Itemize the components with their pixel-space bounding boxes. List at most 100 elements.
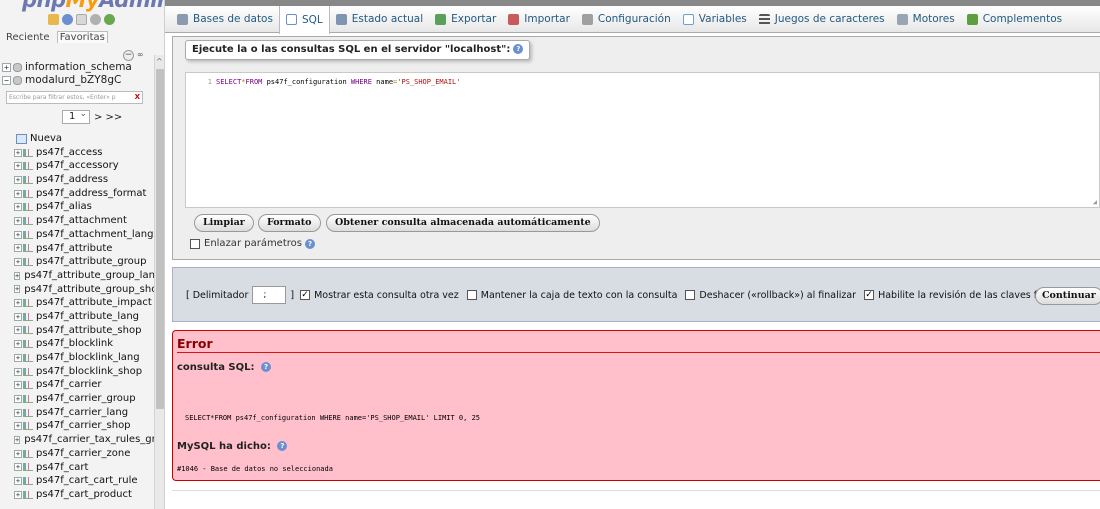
table-icon[interactable] xyxy=(23,463,33,472)
reload-icon[interactable] xyxy=(104,14,115,25)
table-name[interactable]: ps47f_carrier_zone xyxy=(36,447,130,461)
tab-recent[interactable]: Reciente xyxy=(6,32,50,43)
show-query-label[interactable]: Mostrar esta consulta otra vez xyxy=(314,290,459,301)
expand-icon[interactable]: + xyxy=(14,175,22,184)
page-select[interactable]: 1 xyxy=(62,108,90,124)
table-name[interactable]: ps47f_attribute_shop xyxy=(36,324,141,338)
tab-plugins[interactable]: Complementos xyxy=(961,6,1068,33)
table-name[interactable]: ps47f_attribute_lang xyxy=(36,310,139,324)
table-name[interactable]: ps47f_blocklink_shop xyxy=(36,365,142,379)
bind-params-checkbox[interactable] xyxy=(190,238,200,249)
scrollbar-thumb[interactable] xyxy=(156,69,164,409)
tab-status[interactable]: Estado actual xyxy=(330,6,429,33)
expand-icon[interactable]: + xyxy=(14,271,21,280)
table-icon[interactable] xyxy=(23,394,33,403)
table-item[interactable]: + ps47f_carrier_lang xyxy=(14,406,156,420)
table-name[interactable]: ps47f_attribute_group xyxy=(36,255,146,269)
table-name[interactable]: ps47f_blocklink xyxy=(36,337,113,351)
phpmyadmin-logo[interactable]: phpMyAdmin xyxy=(22,0,164,12)
table-item[interactable]: + ps47f_attribute_group xyxy=(14,255,156,269)
tab-databases[interactable]: Bases de datos xyxy=(171,6,279,33)
tab-favorites[interactable]: Favoritas xyxy=(56,31,108,43)
table-name[interactable]: ps47f_attachment_lang xyxy=(36,228,153,242)
show-query-checkbox[interactable]: ✓ xyxy=(300,290,311,300)
expand-icon[interactable]: + xyxy=(14,258,22,267)
table-item[interactable]: + ps47f_carrier_zone xyxy=(14,447,156,461)
table-name[interactable]: ps47f_attribute xyxy=(36,242,112,256)
collapse-icon[interactable]: − xyxy=(2,76,11,85)
expand-icon[interactable]: + xyxy=(14,216,22,225)
new-table-label[interactable]: Nueva xyxy=(30,132,62,146)
rollback-label[interactable]: Deshacer («rollback») al finalizar xyxy=(699,290,856,301)
table-name[interactable]: ps47f_attribute_group_lang xyxy=(24,269,156,283)
expand-icon[interactable]: + xyxy=(14,312,22,321)
table-name[interactable]: ps47f_attribute_impact xyxy=(36,296,152,310)
table-name[interactable]: ps47f_carrier_lang xyxy=(36,406,128,420)
table-item[interactable]: + ps47f_carrier_shop xyxy=(14,419,156,433)
table-icon[interactable] xyxy=(23,299,33,308)
table-item[interactable]: + ps47f_attribute_lang xyxy=(14,310,156,324)
resize-grip-icon[interactable]: ◢ xyxy=(1093,198,1097,206)
table-icon[interactable] xyxy=(23,175,33,184)
expand-icon[interactable]: + xyxy=(14,353,22,362)
db-item-modalurd[interactable]: − modalurd_bZY8gC xyxy=(2,74,154,87)
help-icon[interactable]: ? xyxy=(304,238,315,249)
db-name[interactable]: modalurd_bZY8gC xyxy=(25,74,121,87)
clear-filter-icon[interactable]: X xyxy=(135,92,140,103)
keep-textbox-label[interactable]: Mantener la caja de texto con la consult… xyxy=(481,290,678,301)
table-icon[interactable] xyxy=(23,449,33,458)
expand-icon[interactable]: + xyxy=(14,203,22,212)
table-icon[interactable] xyxy=(23,148,33,157)
expand-icon[interactable]: + xyxy=(14,148,22,157)
scroll-up-icon[interactable]: ^ xyxy=(156,57,163,66)
new-table-item[interactable]: Nueva xyxy=(8,132,156,146)
table-item[interactable]: + ps47f_blocklink_lang xyxy=(14,351,156,365)
table-name[interactable]: ps47f_address xyxy=(36,173,108,187)
table-name[interactable]: ps47f_blocklink_lang xyxy=(36,351,140,365)
help-icon[interactable]: ? xyxy=(513,44,524,54)
table-name[interactable]: ps47f_cart_product xyxy=(36,488,132,502)
continue-button[interactable]: Continuar xyxy=(1035,287,1100,305)
table-name[interactable]: ps47f_carrier xyxy=(36,378,102,392)
table-item[interactable]: + ps47f_attribute xyxy=(14,242,156,256)
format-button[interactable]: Formato xyxy=(258,214,321,232)
delimiter-input[interactable]: ; xyxy=(252,286,287,304)
table-name[interactable]: ps47f_access xyxy=(36,146,103,160)
table-icon[interactable] xyxy=(23,162,33,171)
table-icon[interactable] xyxy=(23,216,33,225)
tab-settings[interactable]: Configuración xyxy=(576,6,677,33)
table-item[interactable]: + ps47f_carrier xyxy=(14,378,156,392)
table-name[interactable]: ps47f_carrier_shop xyxy=(36,419,131,433)
home-icon[interactable] xyxy=(48,14,59,25)
table-icon[interactable] xyxy=(23,490,33,499)
table-item[interactable]: + ps47f_access xyxy=(14,146,156,160)
tab-engines[interactable]: Motores xyxy=(891,6,961,33)
table-item[interactable]: +ps47f_carrier_tax_rules_group xyxy=(14,433,156,447)
docs-icon[interactable] xyxy=(76,14,87,25)
rollback-checkbox[interactable] xyxy=(685,290,696,300)
table-icon[interactable] xyxy=(23,326,33,335)
table-item[interactable]: + ps47f_carrier_group xyxy=(14,392,156,406)
expand-icon[interactable]: + xyxy=(14,230,22,239)
table-icon[interactable] xyxy=(23,477,33,486)
expand-icon[interactable]: + xyxy=(14,463,22,472)
expand-icon[interactable]: + xyxy=(2,63,11,72)
bind-params-option[interactable]: Enlazar parámetros ? xyxy=(190,238,315,249)
table-icon[interactable] xyxy=(23,244,33,253)
tab-variables[interactable]: Variables xyxy=(677,6,753,33)
expand-icon[interactable]: + xyxy=(14,422,22,431)
table-name[interactable]: ps47f_alias xyxy=(36,200,92,214)
keep-textbox-checkbox[interactable] xyxy=(466,290,477,300)
table-name[interactable]: ps47f_attribute_group_shop xyxy=(24,283,156,297)
help-icon[interactable]: ? xyxy=(260,362,271,372)
table-icon[interactable] xyxy=(23,189,33,198)
link-icon[interactable]: ∞ xyxy=(137,50,144,59)
table-item[interactable]: + ps47f_attribute_shop xyxy=(14,324,156,338)
table-icon[interactable] xyxy=(23,258,33,267)
settings-gear-icon[interactable] xyxy=(90,14,101,25)
tab-import[interactable]: Importar xyxy=(502,6,576,33)
expand-icon[interactable]: + xyxy=(14,394,22,403)
table-icon[interactable] xyxy=(23,408,33,417)
tab-export[interactable]: Exportar xyxy=(429,6,502,33)
expand-icon[interactable]: + xyxy=(14,381,22,390)
